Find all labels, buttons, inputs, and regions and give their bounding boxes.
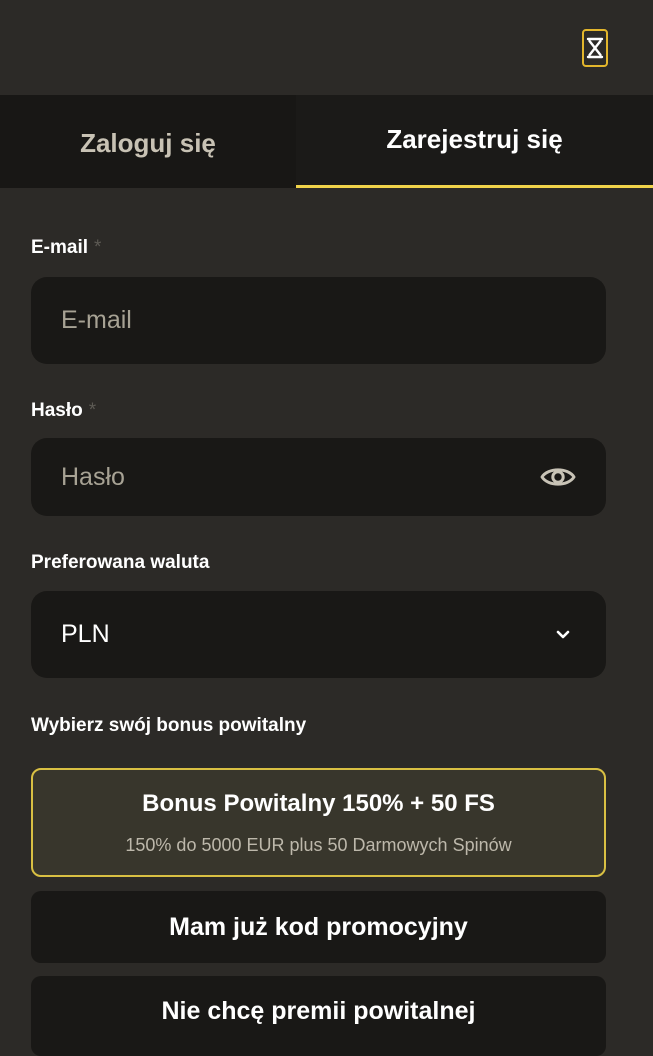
close-button[interactable]: [582, 29, 608, 67]
tab-register-label: Zarejestruj się: [386, 123, 563, 154]
currency-selected-value: PLN: [61, 620, 110, 648]
eye-icon[interactable]: [540, 464, 576, 490]
bonus-option-promo-code[interactable]: Mam już kod promocyjny: [31, 891, 606, 963]
bonus-option-no-bonus[interactable]: Nie chcę premii powitalnej: [31, 976, 606, 1056]
required-mark: *: [94, 237, 102, 258]
email-field[interactable]: [61, 306, 576, 335]
top-bar: [0, 0, 653, 95]
bonus-option-welcome[interactable]: Bonus Powitalny 150% + 50 FS 150% do 500…: [31, 768, 606, 877]
bonus-option-title: Bonus Powitalny 150% + 50 FS: [142, 790, 495, 817]
required-mark: *: [88, 400, 97, 421]
auth-tabs: Zaloguj się Zarejestruj się: [0, 95, 653, 188]
password-label: Hasło *: [31, 400, 97, 421]
currency-select[interactable]: PLN: [31, 591, 606, 678]
email-field-container: [31, 277, 606, 364]
chevron-down-icon: [556, 630, 570, 638]
password-field-container: [31, 438, 606, 516]
tab-register[interactable]: Zarejestruj się: [296, 95, 653, 188]
password-field[interactable]: [61, 462, 576, 492]
currency-label: Preferowana waluta: [31, 552, 210, 573]
close-icon: [586, 37, 604, 59]
tab-login[interactable]: Zaloguj się: [0, 95, 296, 188]
email-label: E-mail *: [31, 237, 102, 258]
bonus-label: Wybierz swój bonus powitalny: [31, 715, 307, 736]
bonus-option-title: Mam już kod promocyjny: [169, 912, 468, 941]
bonus-option-subtitle: 150% do 5000 EUR plus 50 Darmowych Spinó…: [125, 835, 512, 855]
bonus-option-title: Nie chcę premii powitalnej: [161, 997, 476, 1025]
tab-login-label: Zaloguj się: [80, 128, 216, 158]
